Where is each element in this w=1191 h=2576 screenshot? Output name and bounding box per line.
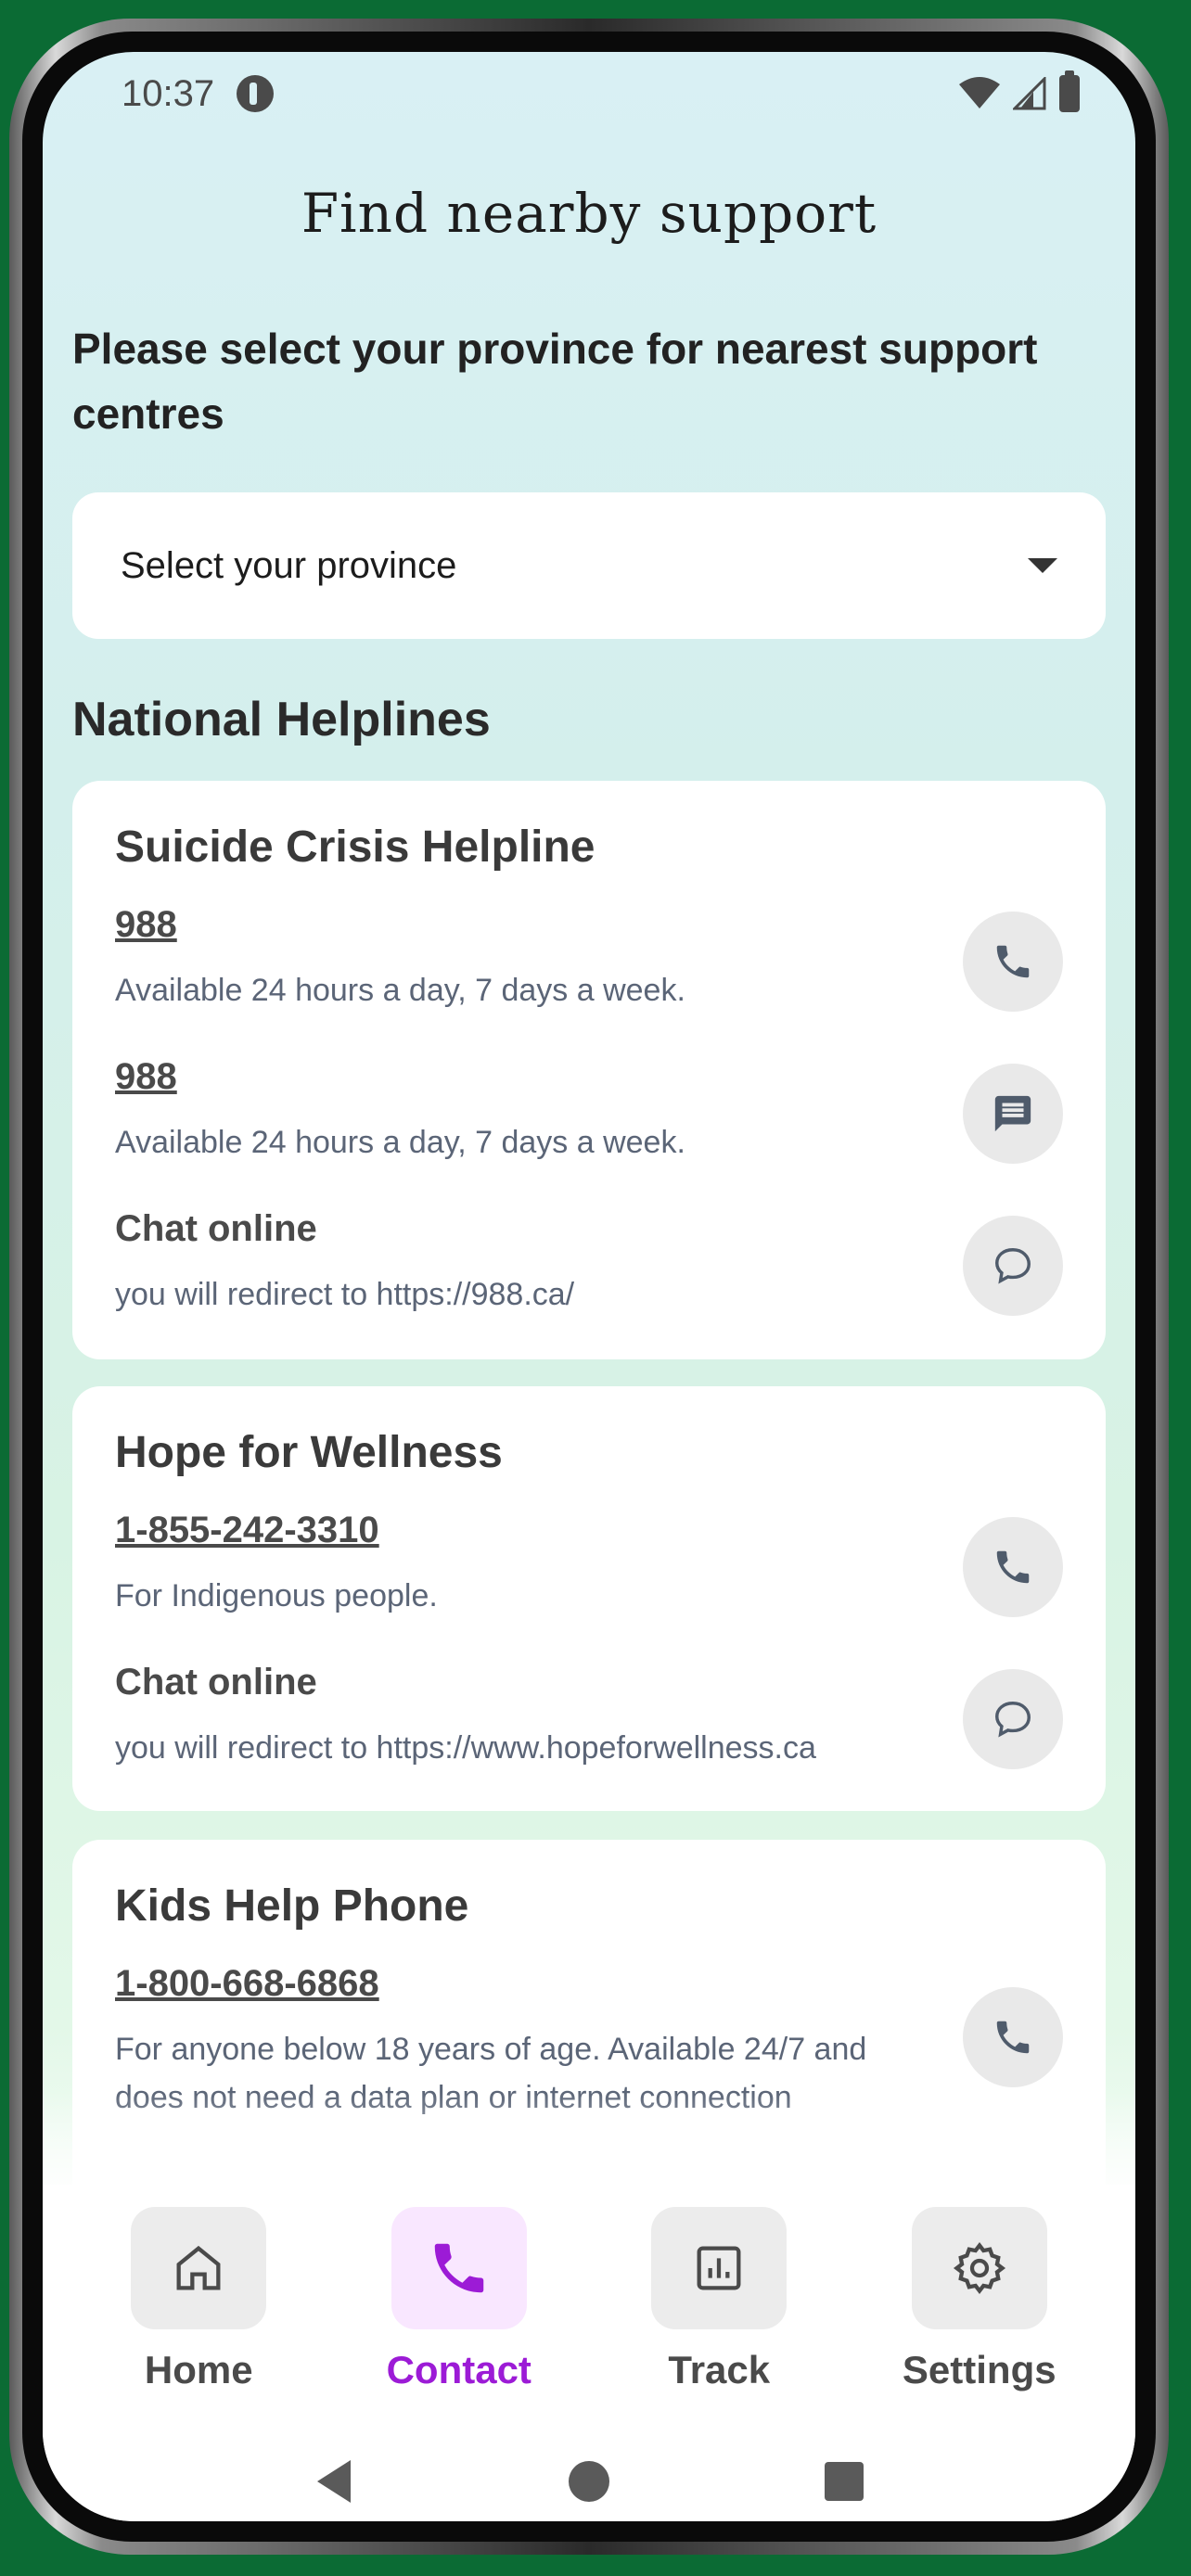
call-button[interactable] xyxy=(963,912,1063,1012)
wifi-icon xyxy=(959,77,1000,108)
recents-icon[interactable] xyxy=(824,2461,864,2502)
system-nav-bar xyxy=(43,2412,1135,2521)
call-button[interactable] xyxy=(963,1987,1063,2087)
page-title: Find nearby support xyxy=(301,182,877,245)
chat-online-label[interactable]: Chat online xyxy=(115,1662,924,1703)
phone-frame: 10:37 Find nearby support Please select … xyxy=(9,19,1169,2555)
phone-number-link[interactable]: 988 xyxy=(115,904,924,946)
helpline-card-hope-for-wellness: Hope for Wellness 1-855-242-3310 For Ind… xyxy=(72,1386,1106,1811)
intro-text: Please select your province for nearest … xyxy=(72,325,1038,438)
chat-button[interactable] xyxy=(963,1669,1063,1769)
nav-item-settings[interactable]: Settings xyxy=(859,2207,1100,2412)
nav-label: Home xyxy=(144,2348,253,2391)
bottom-nav: Home Contact Track Settings xyxy=(43,2185,1135,2412)
section-title: National Helplines xyxy=(72,693,491,746)
status-time: 10:37 xyxy=(122,72,215,114)
data-saver-icon xyxy=(237,75,275,112)
entry-description: you will redirect to https://www.hopefor… xyxy=(115,1730,816,1766)
chat-bubble-icon xyxy=(995,1702,1031,1738)
entry-description: For Indigenous people. xyxy=(115,1578,438,1613)
card-title: Hope for Wellness xyxy=(115,1428,503,1477)
phone-icon xyxy=(434,2243,483,2293)
status-bar: 10:37 xyxy=(43,52,1135,135)
card-title: Kids Help Phone xyxy=(115,1881,469,1931)
phone-icon xyxy=(996,1550,1030,1584)
nav-item-contact[interactable]: Contact xyxy=(339,2207,580,2412)
province-select-label: Select your province xyxy=(121,544,457,586)
nav-icon-container xyxy=(131,2207,267,2329)
helpline-card-suicide-crisis: Suicide Crisis Helpline 988 Available 24… xyxy=(72,781,1106,1359)
screen: 10:37 Find nearby support Please select … xyxy=(43,52,1135,2521)
back-icon[interactable] xyxy=(314,2458,354,2505)
helpline-entry: 988 Available 24 hours a day, 7 days a w… xyxy=(115,886,1063,1038)
chat-bubble-icon xyxy=(995,1248,1031,1284)
home-circle-icon[interactable] xyxy=(568,2460,610,2503)
phone-icon xyxy=(996,2021,1030,2054)
text-button[interactable] xyxy=(963,1064,1063,1164)
phone-bezel: 10:37 Find nearby support Please select … xyxy=(22,32,1156,2542)
sms-number-link[interactable]: 988 xyxy=(115,1056,924,1098)
nav-item-track[interactable]: Track xyxy=(598,2207,839,2412)
gear-icon xyxy=(953,2241,1005,2295)
phone-icon xyxy=(996,945,1030,978)
nav-label: Track xyxy=(668,2348,771,2391)
home-icon xyxy=(176,2245,221,2290)
nav-icon-container xyxy=(391,2207,527,2329)
entry-description: Available 24 hours a day, 7 days a week. xyxy=(115,973,685,1008)
call-button[interactable] xyxy=(963,1517,1063,1617)
province-select[interactable]: Select your province xyxy=(72,492,1106,639)
nav-item-home[interactable]: Home xyxy=(78,2207,319,2412)
helpline-entry: Chat online you will redirect to https:/… xyxy=(115,1190,1063,1342)
chat-online-label[interactable]: Chat online xyxy=(115,1208,924,1250)
chart-icon xyxy=(697,2246,741,2290)
nav-label: Settings xyxy=(902,2348,1057,2391)
nav-label: Contact xyxy=(386,2348,531,2391)
card-title: Suicide Crisis Helpline xyxy=(115,823,596,872)
status-icons xyxy=(959,70,1080,112)
helpline-entry: 988 Available 24 hours a day, 7 days a w… xyxy=(115,1038,1063,1190)
battery-icon xyxy=(1059,70,1080,112)
phone-number-link[interactable]: 1-800-668-6868 xyxy=(115,1963,924,2005)
nav-icon-container xyxy=(911,2207,1047,2329)
sms-icon xyxy=(994,1095,1031,1132)
phone-number-link[interactable]: 1-855-242-3310 xyxy=(115,1510,924,1551)
chevron-down-icon xyxy=(1028,558,1057,573)
entry-description: Available 24 hours a day, 7 days a week. xyxy=(115,1125,685,1160)
cellular-icon xyxy=(1013,77,1046,110)
nav-icon-container xyxy=(651,2207,788,2329)
chat-button[interactable] xyxy=(963,1216,1063,1316)
helpline-entry: 1-855-242-3310 For Indigenous people. xyxy=(115,1491,1063,1643)
entry-description: you will redirect to https://988.ca/ xyxy=(115,1277,575,1312)
helpline-entry: Chat online you will redirect to https:/… xyxy=(115,1643,1063,1795)
